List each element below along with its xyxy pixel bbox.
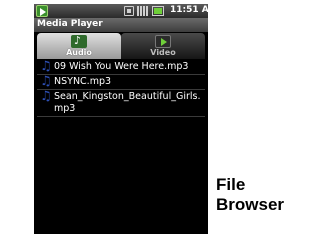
- status-bar: 11:51 AM: [34, 4, 208, 18]
- signal-icon: [124, 6, 134, 16]
- tab-video-label: Video: [150, 48, 176, 57]
- music-note-icon: ♫: [40, 89, 52, 104]
- file-name: NSYNC.mp3: [54, 76, 112, 87]
- music-note-icon: ♫: [40, 59, 52, 74]
- play-notification-icon[interactable]: [36, 5, 48, 17]
- tab-bar: Audio Video: [37, 33, 205, 59]
- bars-icon: [137, 6, 149, 16]
- file-list: ♫ 09 Wish You Were Here.mp3 ♫ NSYNC.mp3 …: [37, 60, 205, 117]
- music-icon: [71, 34, 87, 48]
- status-icons: [124, 6, 168, 16]
- video-icon: [155, 35, 171, 48]
- list-item[interactable]: ♫ NSYNC.mp3: [37, 75, 205, 90]
- clock: 11:51 AM: [170, 5, 208, 15]
- list-item[interactable]: ♫ 09 Wish You Were Here.mp3: [37, 60, 205, 75]
- title-bar: Media Player: [34, 18, 208, 32]
- list-item[interactable]: ♫ Sean_Kingston_Beautiful_Girls.mp3: [37, 90, 205, 117]
- caption: File Browser: [216, 175, 285, 214]
- app-title: Media Player: [37, 19, 103, 29]
- file-name: 09 Wish You Were Here.mp3: [54, 61, 189, 72]
- tab-audio-label: Audio: [66, 48, 92, 57]
- phone-screen: 11:51 AM Media Player Audio Video ♫ 09 W…: [34, 4, 208, 234]
- battery-icon: [152, 6, 164, 16]
- music-note-icon: ♫: [40, 74, 52, 89]
- file-name: Sean_Kingston_Beautiful_Girls.mp3: [54, 91, 201, 114]
- tab-audio[interactable]: Audio: [37, 33, 121, 59]
- tab-video[interactable]: Video: [121, 33, 205, 59]
